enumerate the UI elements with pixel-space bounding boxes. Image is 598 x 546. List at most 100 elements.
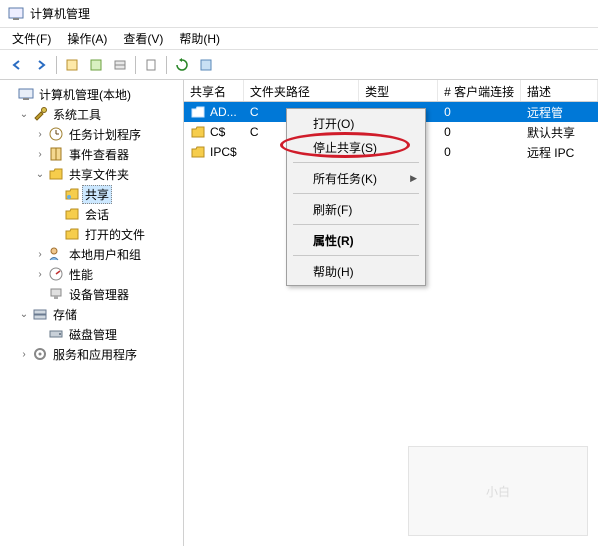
- tree-label: 性能: [66, 265, 96, 284]
- cm-separator: [293, 255, 419, 256]
- expander-icon[interactable]: ⌄: [34, 169, 46, 180]
- cm-stop-sharing[interactable]: 停止共享(S): [289, 135, 423, 159]
- toolbar-btn-1[interactable]: [61, 54, 83, 76]
- toolbar: [0, 50, 598, 80]
- cm-help[interactable]: 帮助(H): [289, 259, 423, 283]
- tree-event-viewer[interactable]: › 事件查看器: [0, 144, 183, 164]
- tree-root[interactable]: ▸ 计算机管理(本地): [0, 84, 183, 104]
- open-files-icon: [64, 226, 80, 242]
- cm-properties[interactable]: 属性(R): [289, 228, 423, 252]
- forward-button[interactable]: [30, 54, 52, 76]
- storage-icon: [32, 306, 48, 322]
- menu-view[interactable]: 查看(V): [115, 28, 171, 49]
- menu-file[interactable]: 文件(F): [4, 28, 59, 49]
- share-icon: [190, 104, 206, 120]
- tree-label: 磁盘管理: [66, 325, 120, 344]
- watermark-text: 小白: [486, 483, 510, 500]
- menu-help[interactable]: 帮助(H): [171, 28, 228, 49]
- tree-label: 设备管理器: [66, 285, 132, 304]
- tree-system-tools[interactable]: ⌄ 系统工具: [0, 104, 183, 124]
- cell-desc: 远程 IPC: [521, 142, 598, 163]
- col-description[interactable]: 描述: [521, 80, 598, 101]
- col-folder-path[interactable]: 文件夹路径: [244, 80, 359, 101]
- toolbar-separator: [56, 56, 57, 74]
- expander-icon[interactable]: ›: [34, 129, 46, 140]
- tree-label: 打开的文件: [82, 225, 148, 244]
- submenu-arrow-icon: ▶: [410, 173, 417, 184]
- expander-icon[interactable]: ⌄: [18, 309, 30, 320]
- computer-icon: [18, 86, 34, 102]
- shared-folder-icon: [48, 166, 64, 182]
- cm-label: 属性(R): [313, 232, 354, 249]
- cell-desc: 默认共享: [521, 122, 598, 143]
- tree-label: 会话: [82, 205, 112, 224]
- disk-icon: [48, 326, 64, 342]
- app-icon: [8, 6, 24, 22]
- users-icon: [48, 246, 64, 262]
- cell-name: C$: [184, 122, 244, 142]
- tree-label: 本地用户和组: [66, 245, 144, 264]
- col-share-name[interactable]: 共享名: [184, 80, 244, 101]
- cm-label: 打开(O): [313, 115, 354, 132]
- tree-disk-mgmt[interactable]: · 磁盘管理: [0, 324, 183, 344]
- cm-label: 所有任务(K): [313, 170, 377, 187]
- titlebar: 计算机管理: [0, 0, 598, 28]
- shares-icon: [64, 186, 80, 202]
- cell-conn: 0: [438, 143, 521, 161]
- tree-services-apps[interactable]: › 服务和应用程序: [0, 344, 183, 364]
- cm-all-tasks[interactable]: 所有任务(K) ▶: [289, 166, 423, 190]
- expander-icon[interactable]: ›: [34, 249, 46, 260]
- sessions-icon: [64, 206, 80, 222]
- tree-shares[interactable]: · 共享: [0, 184, 183, 204]
- performance-icon: [48, 266, 64, 282]
- cm-separator: [293, 162, 419, 163]
- toolbar-btn-4[interactable]: [140, 54, 162, 76]
- share-icon: [190, 124, 206, 140]
- menu-action[interactable]: 操作(A): [59, 28, 115, 49]
- tree-label: 任务计划程序: [66, 125, 144, 144]
- expander-icon[interactable]: ⌄: [18, 109, 30, 120]
- tree-label: 共享: [82, 185, 112, 204]
- clock-icon: [48, 126, 64, 142]
- back-button[interactable]: [6, 54, 28, 76]
- cm-label: 刷新(F): [313, 201, 352, 218]
- tree-device-manager[interactable]: · 设备管理器: [0, 284, 183, 304]
- expander-icon[interactable]: ›: [18, 349, 30, 360]
- cm-label: 停止共享(S): [313, 139, 377, 156]
- expander-icon[interactable]: ›: [34, 269, 46, 280]
- tree-label: 事件查看器: [66, 145, 132, 164]
- col-client-conn[interactable]: # 客户端连接: [438, 80, 521, 101]
- device-icon: [48, 286, 64, 302]
- tree-storage[interactable]: ⌄ 存储: [0, 304, 183, 324]
- services-icon: [32, 346, 48, 362]
- col-type[interactable]: 类型: [359, 80, 438, 101]
- tree-local-users[interactable]: › 本地用户和组: [0, 244, 183, 264]
- cm-open[interactable]: 打开(O): [289, 111, 423, 135]
- refresh-button[interactable]: [171, 54, 193, 76]
- book-icon: [48, 146, 64, 162]
- tree-label: 服务和应用程序: [50, 345, 140, 364]
- tree-sessions[interactable]: · 会话: [0, 204, 183, 224]
- cell-desc: 远程管: [521, 102, 598, 123]
- watermark: 小白: [408, 446, 588, 536]
- tree-label: 存储: [50, 305, 80, 324]
- tree-task-scheduler[interactable]: › 任务计划程序: [0, 124, 183, 144]
- toolbar-separator: [135, 56, 136, 74]
- tree-shared-folders[interactable]: ⌄ 共享文件夹: [0, 164, 183, 184]
- cm-refresh[interactable]: 刷新(F): [289, 197, 423, 221]
- toolbar-separator: [166, 56, 167, 74]
- cell-conn: 0: [438, 123, 521, 141]
- cell-conn: 0: [438, 103, 521, 121]
- window-title: 计算机管理: [30, 5, 90, 22]
- toolbar-btn-3[interactable]: [109, 54, 131, 76]
- share-icon: [190, 144, 206, 160]
- tree-label: 计算机管理(本地): [36, 85, 134, 104]
- toolbar-btn-2[interactable]: [85, 54, 107, 76]
- tree-open-files[interactable]: · 打开的文件: [0, 224, 183, 244]
- expander-icon[interactable]: ›: [34, 149, 46, 160]
- tree-performance[interactable]: › 性能: [0, 264, 183, 284]
- cm-label: 帮助(H): [313, 263, 354, 280]
- toolbar-btn-6[interactable]: [195, 54, 217, 76]
- tree-label: 共享文件夹: [66, 165, 132, 184]
- tools-icon: [32, 106, 48, 122]
